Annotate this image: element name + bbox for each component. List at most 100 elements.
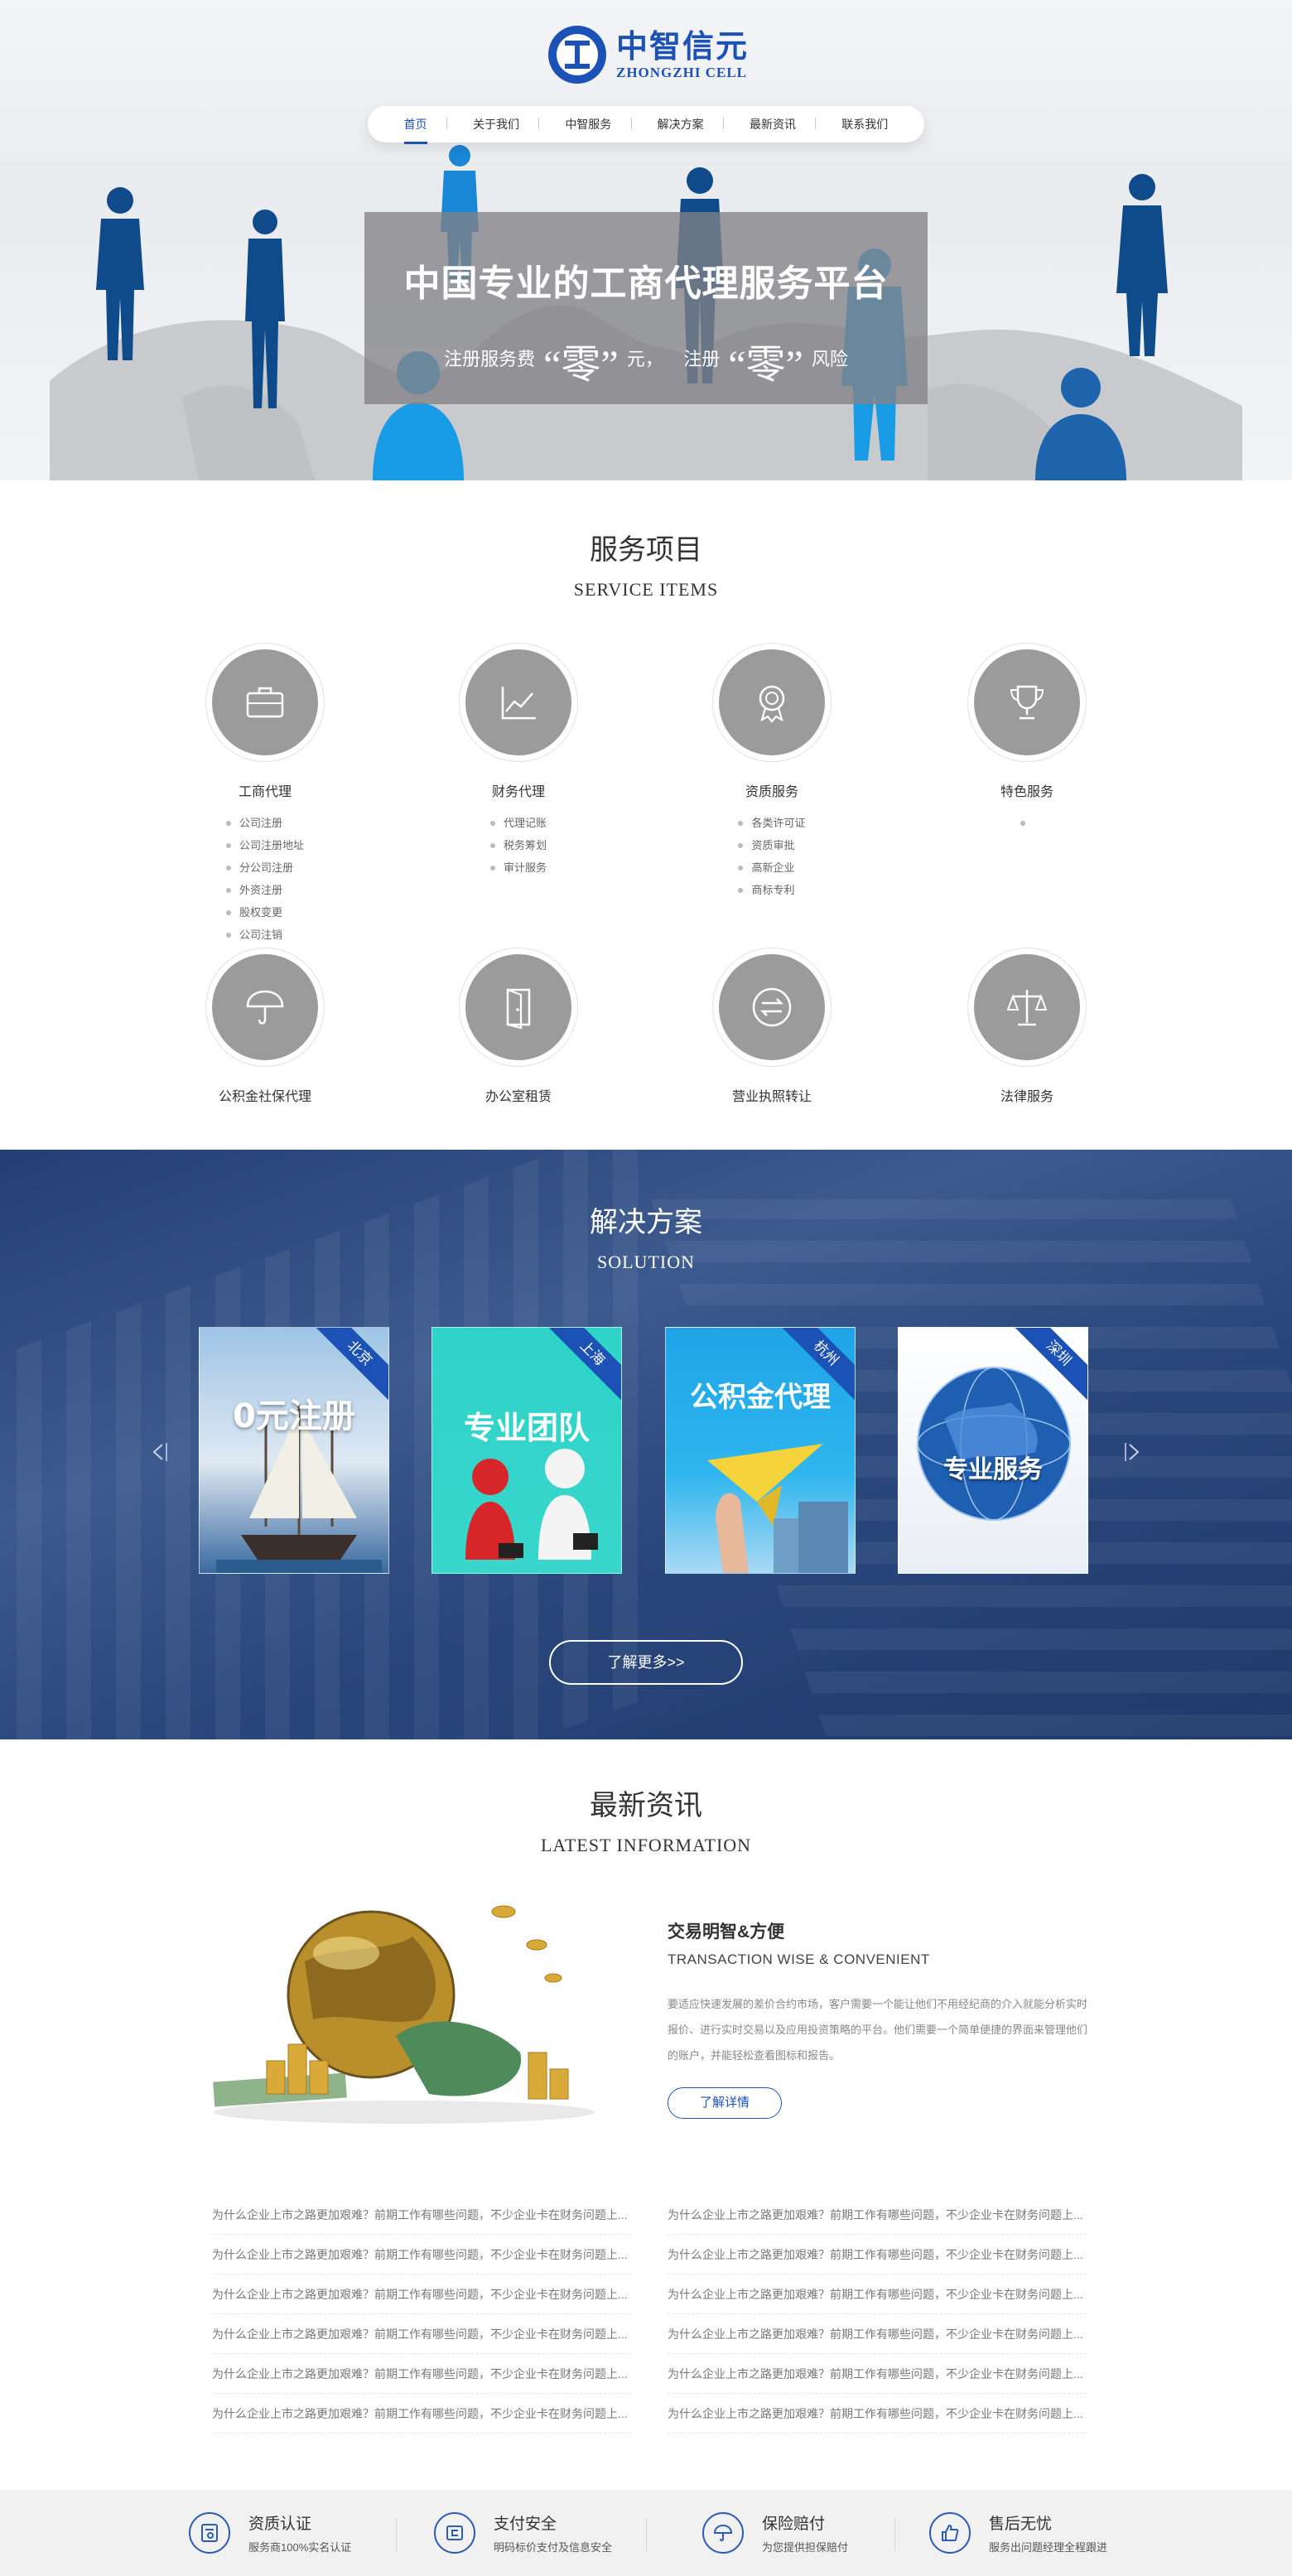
- solution-card-shenzhen[interactable]: 专业服务 深圳: [898, 1327, 1088, 1574]
- person-silhouette: [1116, 174, 1168, 356]
- carousel-next-button[interactable]: [1121, 1440, 1146, 1464]
- umbrella-icon: [713, 2524, 733, 2542]
- logo-name-en: ZHONGZHI CELL: [616, 65, 748, 80]
- footer-guarantees: 资质认证 服务商100%实名认证 支付安全 明码标价支付及信息安全 保险赔付 为您提供…: [0, 2490, 1292, 2576]
- site-logo[interactable]: 中智信元 ZHONGZHI CELL: [548, 22, 749, 88]
- news-list-item[interactable]: 为什么企业上市之路更加艰难？前期工作有哪些问题，不少企业卡在财务问题上...: [668, 2235, 1087, 2275]
- service-name: 工商代理: [238, 785, 292, 799]
- trophy-icon: [1010, 685, 1044, 720]
- service-subitem[interactable]: 高新企业: [738, 856, 805, 879]
- person-silhouette: [1035, 368, 1126, 480]
- chevron-left-icon: [152, 1443, 167, 1461]
- news-list-item[interactable]: 为什么企业上市之路更加艰难？前期工作有哪些问题，不少企业卡在财务问题上...: [212, 2235, 631, 2275]
- news-list-item[interactable]: 为什么企业上市之路更加艰难？前期工作有哪些问题，不少企业卡在财务问题上...: [668, 2275, 1087, 2314]
- service-subitem[interactable]: 外资注册: [225, 879, 304, 901]
- news-list-item[interactable]: 为什么企业上市之路更加艰难？前期工作有哪些问题，不少企业卡在财务问题上...: [668, 2195, 1087, 2235]
- news-list-item[interactable]: 为什么企业上市之路更加艰难？前期工作有哪些问题，不少企业卡在财务问题上...: [212, 2314, 631, 2354]
- payment-icon: [446, 2525, 463, 2540]
- footer-divider: [894, 2518, 895, 2551]
- footer-divider: [646, 2518, 647, 2551]
- solution-card-shanghai[interactable]: 专业团队 上海: [431, 1327, 622, 1574]
- service-subitem[interactable]: 公司注册: [225, 812, 304, 834]
- learn-more-button[interactable]: 了解更多>>: [549, 1640, 743, 1685]
- solution-section: 解决方案 SOLUTION 0元注册 北京 专业团队 上海 公积金代理 杭州 专…: [0, 1150, 1292, 1739]
- services-heading: 服务项目 SERVICE ITEMS: [0, 527, 1292, 601]
- solution-card-beijing[interactable]: 0元注册 北京: [199, 1327, 389, 1574]
- nav-services[interactable]: 中智服务: [538, 116, 626, 133]
- featured-news-description: 要适应快速发展的差价合约市场，客户需要一个能让他们不用经纪商的介入就能分析实时报…: [668, 1998, 1088, 2062]
- news-list-item[interactable]: 为什么企业上市之路更加艰难？前期工作有哪些问题，不少企业卡在财务问题上...: [212, 2275, 631, 2314]
- logo-name-cn: 中智信元: [616, 28, 750, 65]
- nav-contact[interactable]: 联系我们: [815, 116, 903, 133]
- news-list-item[interactable]: 为什么企业上市之路更加艰难？前期工作有哪些问题，不少企业卡在财务问题上...: [212, 2354, 631, 2394]
- service-name: 资质服务: [745, 785, 798, 799]
- hero-banner: 中智信元 ZHONGZHI CELL 首页 关于我们 中智服务 解决方案 最新资…: [0, 0, 1292, 480]
- carousel-prev-button[interactable]: [146, 1440, 171, 1464]
- footer-item-certification: 资质认证 服务商100%实名认证: [189, 2510, 351, 2556]
- service-card-office[interactable]: 办公室租赁: [394, 948, 643, 1105]
- thumbs-up-icon: [942, 2524, 959, 2541]
- card-caption: 公积金代理: [690, 1381, 831, 1414]
- footer-item-title: 保险赔付: [762, 2516, 826, 2533]
- service-card-finance[interactable]: 财务代理 代理记账 税务筹划 审计服务: [394, 643, 643, 879]
- chevron-right-icon: [1125, 1443, 1140, 1461]
- featured-news-title[interactable]: 交易明智&方便: [668, 1918, 784, 1943]
- footer-item-sub: 服务出问题经理全程跟进: [989, 2541, 1108, 2554]
- footer-item-title: 支付安全: [494, 2516, 557, 2533]
- nav-about[interactable]: 关于我们: [446, 116, 534, 133]
- service-subitem[interactable]: 分公司注册: [225, 856, 304, 879]
- news-list-left: 为什么企业上市之路更加艰难？前期工作有哪些问题，不少企业卡在财务问题上... 为…: [212, 2195, 631, 2434]
- umbrella-icon: [246, 990, 284, 1025]
- service-name: 法律服务: [1000, 1090, 1053, 1104]
- service-card-qualification[interactable]: 资质服务 各类许可证 资质审批 高新企业 商标专利: [648, 643, 896, 901]
- nav-home[interactable]: 首页: [389, 116, 442, 144]
- service-card-business[interactable]: 工商代理 公司注册 公司注册地址 分公司注册 外资注册 股权变更 公司注销: [141, 643, 389, 946]
- solution-title-en: SOLUTION: [597, 1252, 695, 1272]
- service-name: 特色服务: [1000, 785, 1053, 799]
- card-caption: 专业团队: [463, 1410, 590, 1446]
- news-list-item[interactable]: 为什么企业上市之路更加艰难？前期工作有哪些问题，不少企业卡在财务问题上...: [668, 2314, 1087, 2354]
- nav-solutions[interactable]: 解决方案: [630, 116, 719, 133]
- banner-zero-1: “零”: [543, 343, 619, 387]
- certificate-icon: [201, 2524, 218, 2542]
- city-ribbon: 上海: [539, 1328, 621, 1406]
- news-list-item[interactable]: 为什么企业上市之路更加艰难？前期工作有哪些问题，不少企业卡在财务问题上...: [212, 2394, 631, 2434]
- service-card-legal[interactable]: 法律服务: [903, 948, 1151, 1105]
- service-subitem[interactable]: 公司注销: [225, 924, 304, 946]
- news-list-item[interactable]: 为什么企业上市之路更加艰难？前期工作有哪些问题，不少企业卡在财务问题上...: [212, 2195, 631, 2235]
- service-subitem[interactable]: 股权变更: [225, 901, 304, 924]
- service-subitem[interactable]: 税务筹划: [489, 834, 547, 856]
- news-title-cn: 最新资讯: [590, 1789, 702, 1822]
- globe-image: [917, 1367, 1071, 1521]
- service-card-license[interactable]: 营业执照转让: [648, 948, 896, 1105]
- solution-card-hangzhou[interactable]: 公积金代理 杭州: [665, 1327, 856, 1574]
- footer-item-sub: 为您提供担保赔付: [762, 2541, 849, 2554]
- news-title-en: LATEST INFORMATION: [540, 1835, 752, 1855]
- banner-sub-text: 风险: [811, 348, 848, 369]
- team-figures-image: [465, 1449, 598, 1560]
- medal-icon: [759, 685, 785, 723]
- service-subitem[interactable]: 公司注册地址: [225, 834, 304, 856]
- banner-slogan-box: 中国专业的工商代理服务平台 注册服务费 “零” 元， 注册 “零” 风险: [364, 212, 928, 404]
- service-subitem[interactable]: 商标专利: [738, 879, 805, 901]
- service-name: 公积金社保代理: [218, 1090, 311, 1104]
- banner-sub-text: 注册服务费: [444, 348, 536, 369]
- service-subitem[interactable]: 代理记账: [489, 812, 547, 834]
- briefcase-icon: [246, 687, 284, 718]
- view-details-button[interactable]: 了解详情: [668, 2087, 782, 2119]
- service-subitem[interactable]: 资质审批: [738, 834, 805, 856]
- featured-news-subtitle: TRANSACTION WISE & CONVENIENT: [668, 1951, 930, 1967]
- service-card-fund[interactable]: 公积金社保代理: [141, 948, 389, 1105]
- person-silhouette: [245, 210, 285, 408]
- nav-news[interactable]: 最新资讯: [722, 116, 811, 133]
- news-list-item[interactable]: 为什么企业上市之路更加艰难？前期工作有哪些问题，不少企业卡在财务问题上...: [668, 2354, 1087, 2394]
- banner-zero-2: “零”: [728, 343, 803, 387]
- service-subitem[interactable]: 各类许可证: [738, 812, 806, 834]
- service-sublist: 代理记账 税务筹划 审计服务: [489, 812, 547, 879]
- news-list-item[interactable]: 为什么企业上市之路更加艰难？前期工作有哪些问题，不少企业卡在财务问题上...: [668, 2394, 1087, 2434]
- transfer-icon: [752, 987, 792, 1027]
- service-card-special[interactable]: 特色服务: [903, 643, 1151, 826]
- solution-title-cn: 解决方案: [590, 1206, 702, 1239]
- service-subitem[interactable]: 审计服务: [489, 856, 547, 879]
- paper-plane-image: [707, 1444, 848, 1573]
